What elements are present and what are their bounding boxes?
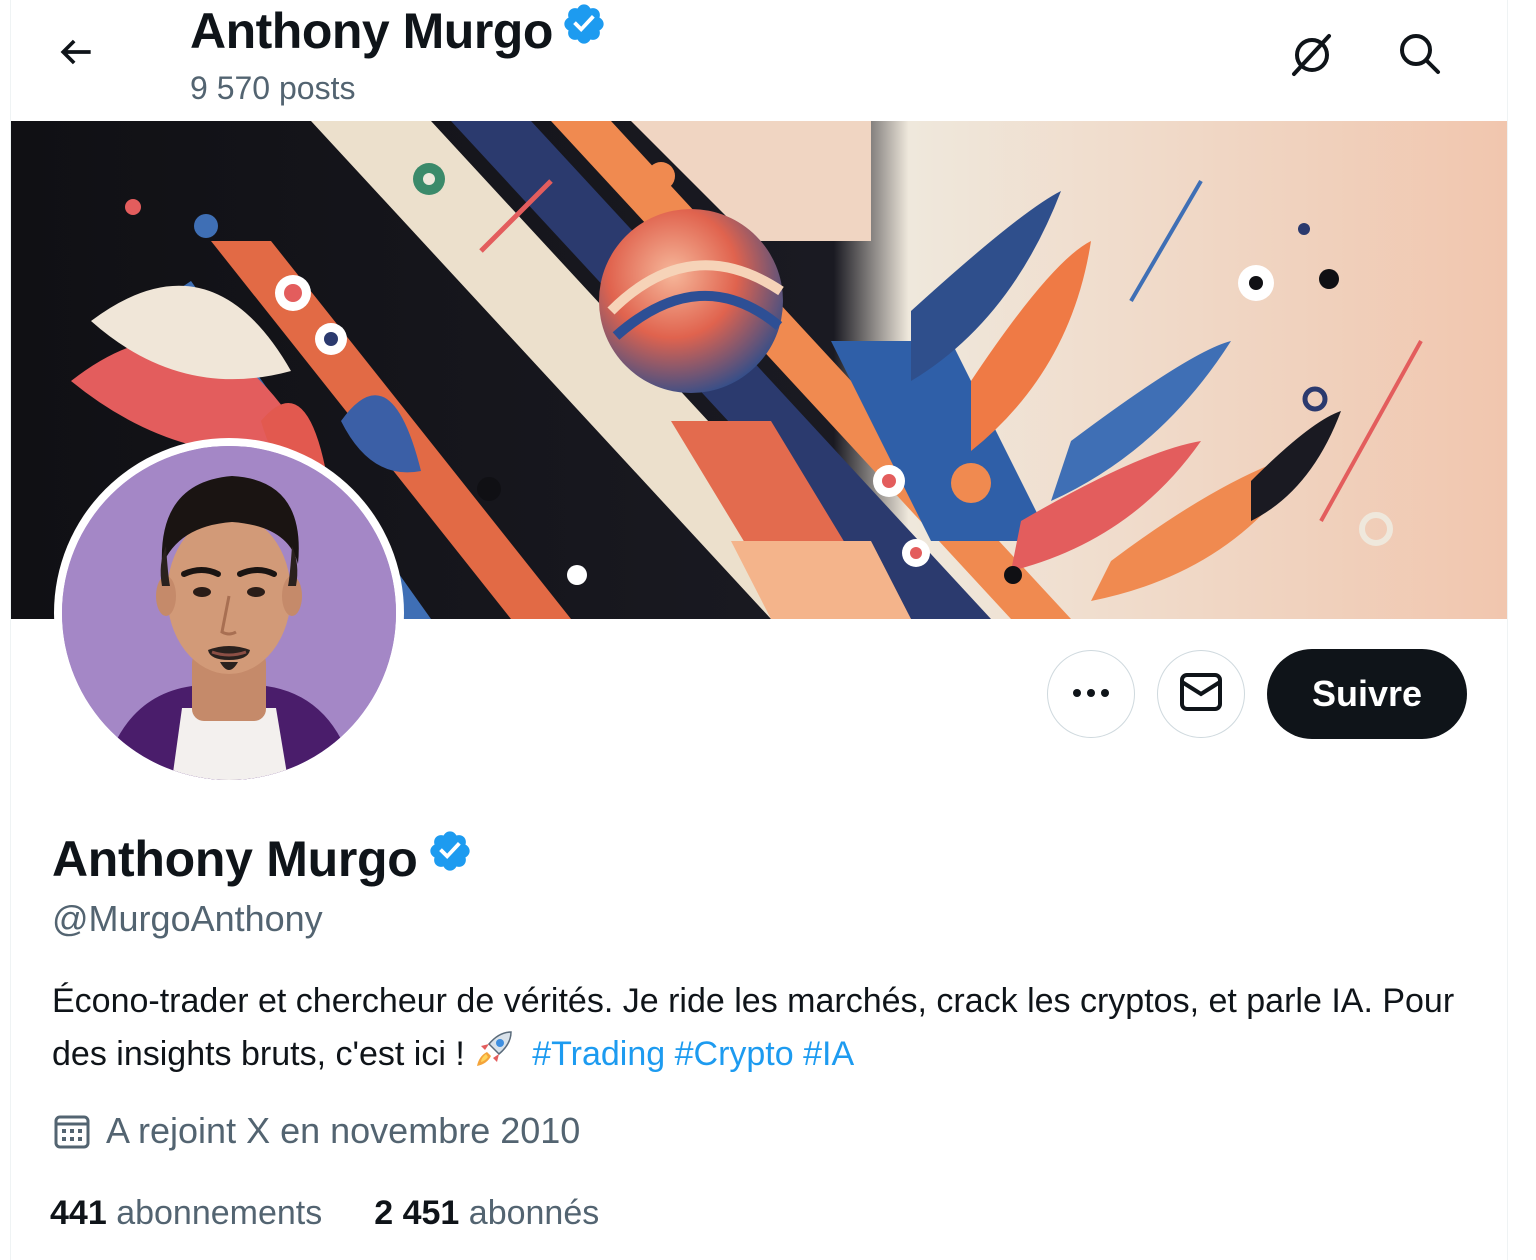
follow-stats: 441 abonnements 2 451 abonnés [50,1194,651,1233]
profile-handle: @MurgoAnthony [52,898,323,939]
following-link[interactable]: 441 abonnements [50,1194,322,1233]
search-button[interactable] [1388,24,1452,88]
more-button[interactable] [1047,650,1135,738]
arrow-left-icon [54,30,98,79]
more-horizontal-icon [1071,685,1111,703]
profile-name-row: Anthony Murgo [52,830,473,888]
avatar[interactable] [62,446,396,780]
follow-button[interactable]: Suivre [1267,649,1467,739]
followers-label: abonnés [468,1194,600,1232]
grok-icon [1288,30,1336,83]
hashtag-trading[interactable]: #Trading [532,1035,665,1073]
message-button[interactable] [1157,650,1245,738]
followers-count: 2 451 [374,1194,460,1232]
followers-link[interactable]: 2 451 abonnés [374,1194,599,1233]
posts-count: 9 570 posts [190,70,356,106]
grok-button[interactable] [1280,24,1344,88]
following-label: abonnements [116,1194,323,1232]
following-count: 441 [50,1194,107,1232]
profile-name: Anthony Murgo [52,831,418,887]
hashtag-ia[interactable]: #IA [803,1035,854,1073]
header-title: Anthony Murgo [190,2,607,60]
joined-date: A rejoint X en novembre 2010 [106,1110,581,1151]
profile-bio: Écono-trader et chercheur de vérités. Je… [52,976,1472,1086]
search-icon [1397,31,1443,82]
joined-date-row: A rejoint X en novembre 2010 [52,1110,580,1152]
hashtag-crypto[interactable]: #Crypto [675,1035,794,1073]
verified-badge-icon[interactable] [427,828,473,886]
envelope-icon [1179,672,1223,717]
back-button[interactable] [44,22,108,86]
verified-badge-icon [561,1,607,59]
avatar-frame [54,438,404,788]
calendar-icon [52,1111,92,1151]
profile-header: Anthony Murgo 9 570 posts [0,0,1536,120]
rocket-icon [471,1026,517,1086]
header-name: Anthony Murgo [190,3,553,59]
